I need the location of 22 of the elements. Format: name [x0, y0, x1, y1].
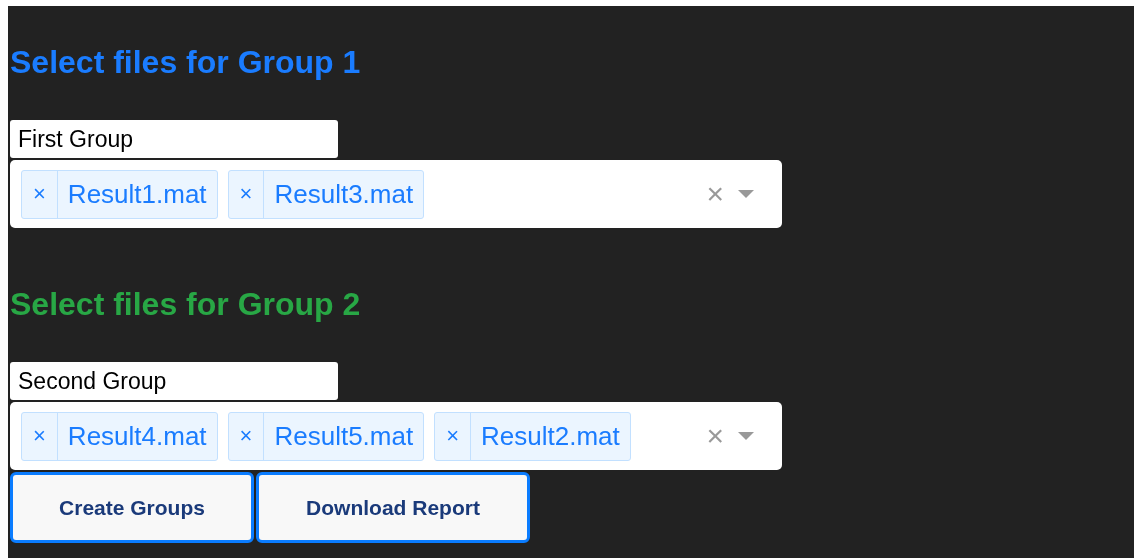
caret-icon[interactable]	[738, 190, 754, 198]
remove-tag-button[interactable]: ×	[228, 170, 265, 218]
action-button[interactable]: Create Groups	[10, 472, 254, 543]
remove-tag-button[interactable]: ×	[22, 412, 58, 460]
group-heading: Select files for Group 1	[10, 43, 362, 82]
clear-all-button[interactable]: ×	[706, 177, 724, 211]
remove-tag-button[interactable]: ×	[22, 170, 58, 218]
remove-tag-button[interactable]: ×	[435, 412, 472, 460]
file-multiselect[interactable]: × Result4.mat × Result5.mat × Result2.mat ×	[10, 402, 782, 470]
caret-icon[interactable]	[738, 432, 754, 440]
action-button[interactable]: Download Report	[256, 472, 530, 543]
group-name-field[interactable]: Second Group	[10, 362, 338, 400]
file-tag-label: Result5.mat	[273, 420, 415, 452]
file-multiselect[interactable]: × Result1.mat × Result3.mat ×	[10, 160, 782, 228]
group-name-field[interactable]: First Group	[10, 120, 338, 158]
clear-all-button[interactable]: ×	[706, 419, 724, 453]
file-tag-label: Result1.mat	[66, 178, 208, 210]
group-heading: Select files for Group 2	[10, 285, 362, 324]
file-tag-label: Result2.mat	[480, 420, 621, 452]
file-tag-label: Result3.mat	[273, 178, 415, 210]
file-tag-label: Result4.mat	[66, 420, 208, 452]
remove-tag-button[interactable]: ×	[228, 412, 265, 460]
